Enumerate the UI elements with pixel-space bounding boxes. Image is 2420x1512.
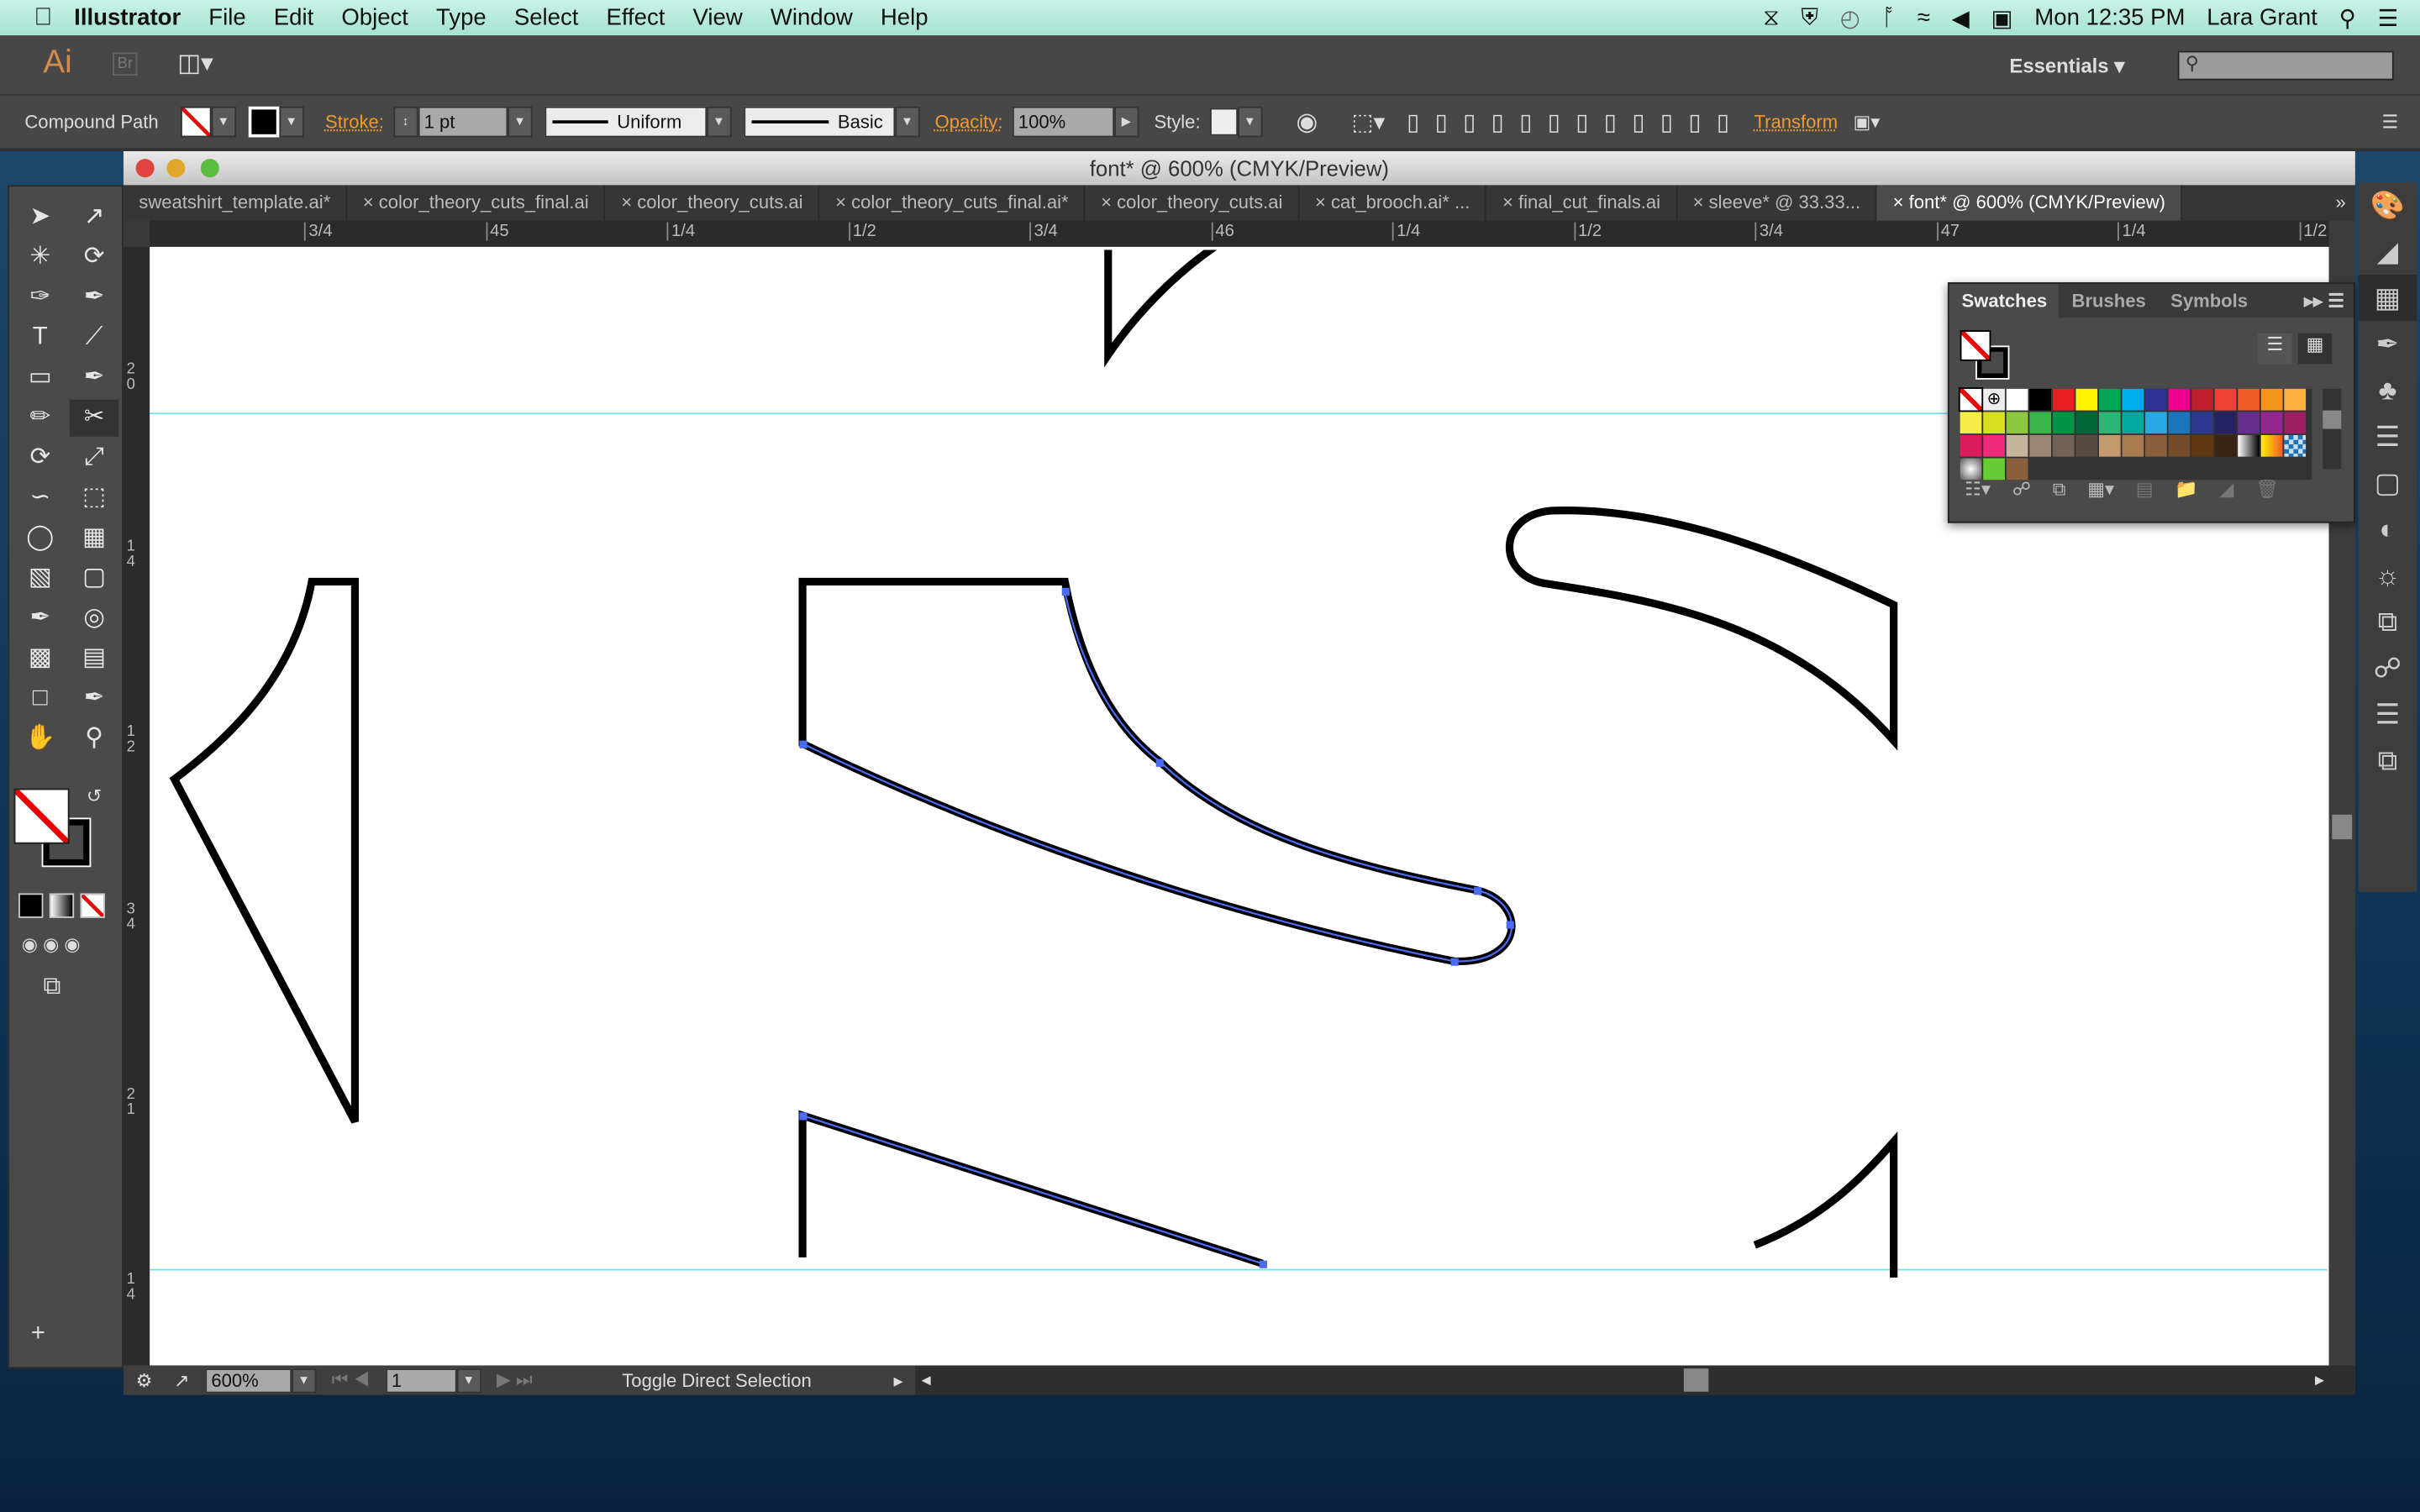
swatch[interactable] [2006,388,2028,411]
swatch-gradient[interactable] [1960,458,1982,480]
artwork [150,232,2328,1278]
swatches-dock-icon[interactable]: ▦ [2358,274,2417,322]
swatch[interactable] [2145,434,2167,457]
stroke-dock-icon[interactable]: ☰ [2359,413,2417,459]
grid-view-icon[interactable]: ▦ [2297,333,2333,365]
swatch[interactable] [2029,412,2052,434]
swatch-grid: ⊕ [1958,387,2312,480]
swatch[interactable] [2029,388,2052,411]
share-swatches-icon[interactable]: ☍ [2012,478,2031,501]
swatch-gradient[interactable] [2260,434,2283,457]
glyph-shape-bottom-right[interactable] [1753,1131,1898,1278]
color-guide-icon[interactable]: 🎨 [2359,182,2417,228]
show-kinds-icon[interactable]: ▦▾ [2087,478,2114,501]
new-group-icon[interactable]: 📁 [2175,478,2197,501]
tab-symbols[interactable]: Symbols [2158,284,2260,318]
swatch[interactable] [1960,412,1982,434]
swatch[interactable] [2284,412,2307,434]
libraries-dock-icon[interactable]: ☍ [2359,645,2417,691]
artboards-dock-icon[interactable]: ⧉ [2359,738,2417,784]
swatch[interactable] [2238,388,2260,411]
delete-swatch-icon[interactable]: 🗑 [2255,478,2279,501]
swatch[interactable] [2075,388,2098,411]
swatch[interactable] [2214,412,2237,434]
panel-menu-icon[interactable]: ▸▸ ☰ [2295,284,2354,318]
swatch[interactable] [2260,388,2283,411]
graphic-styles-dock-icon[interactable]: ⧉ [2359,599,2417,645]
swatch[interactable] [2145,412,2167,434]
swatch[interactable] [2191,434,2213,457]
swatch-options-icon[interactable]: ▤ [2136,478,2154,501]
swatch-pattern[interactable] [1983,458,2005,480]
swatch-pattern[interactable] [2006,458,2028,480]
swatch[interactable] [2145,388,2167,411]
brushes-dock-icon[interactable]: ✒ [2359,321,2417,367]
swatch[interactable] [2214,388,2237,411]
swatch[interactable] [2075,412,2098,434]
swatch[interactable] [2260,412,2283,434]
swatch[interactable] [2191,388,2213,411]
swatch[interactable] [2006,434,2028,457]
swatch-registration[interactable]: ⊕ [1983,388,2005,411]
swatch-gradient[interactable] [2284,434,2307,457]
layers-dock-icon[interactable]: ☰ [2359,691,2417,738]
swatch[interactable] [2168,388,2191,411]
swatch[interactable] [2168,412,2191,434]
swatch[interactable] [2006,412,2028,434]
appearance-dock-icon[interactable]: ☼ [2359,553,2417,599]
glyph-shape-left[interactable] [169,577,360,1124]
swatch[interactable] [2098,434,2121,457]
swatch[interactable] [2029,434,2052,457]
swatches-footer-icons: ☷▾ ☍ ⧉ ▦▾ ▤ 📁 ◢ 🗑 [1965,478,2279,501]
anchor-points[interactable] [799,587,1514,1268]
swatch[interactable] [1983,412,2005,434]
list-view-icon[interactable]: ☰ [2258,333,2292,365]
transparency-dock-icon[interactable]: ◐ [2359,506,2417,552]
tab-brushes[interactable]: Brushes [2060,284,2159,318]
selected-path-overlay [802,1114,1263,1265]
swatch[interactable] [1960,434,1982,457]
swatch[interactable] [2098,412,2121,434]
symbols-dock-icon[interactable]: ♣ [2359,367,2417,413]
swatch[interactable] [2168,434,2191,457]
tab-swatches[interactable]: Swatches [1949,283,2060,318]
swatch[interactable] [2122,412,2144,434]
swatch[interactable] [2122,388,2144,411]
swatch[interactable] [2052,412,2075,434]
glyph-shape-center[interactable] [798,577,1516,965]
swatch-libraries-icon[interactable]: ☷▾ [1965,478,1991,501]
fill-color-box[interactable] [13,788,70,844]
gradient-dock-icon[interactable]: ▢ [2359,459,2417,506]
swatch[interactable] [1983,434,2005,457]
swatch[interactable] [2284,388,2307,411]
swatch[interactable] [2238,412,2260,434]
swatch[interactable] [2122,434,2144,457]
glyph-shape-right[interactable] [1505,507,1898,751]
swatch[interactable] [2214,434,2237,457]
new-swatch-icon[interactable]: ◢ [2220,478,2234,501]
swatch-scrollbar[interactable] [2323,388,2342,470]
swatch[interactable] [2052,434,2075,457]
swatch-none[interactable] [1958,387,1984,412]
panel-tabs: Swatches Brushes Symbols ▸▸ ☰ [1949,283,2354,318]
panel-dock: 🎨 ◢ ▦ ✒ ♣ ☰ ▢ ◐ ☼ ⧉ ☍ ☰ ⧉ [2358,181,2417,892]
color-icon[interactable]: ◢ [2359,228,2417,275]
swatch[interactable] [2191,412,2213,434]
swatch-gradient[interactable] [2238,434,2260,457]
selected-path-overlay [802,592,1513,963]
swatch[interactable] [2098,388,2121,411]
fill-stroke-indicator[interactable] [1960,330,1991,361]
swatch[interactable] [2075,434,2098,457]
swatch[interactable] [2052,388,2075,411]
screen:  Illustrator File Edit Object Type Sele… [0,0,2420,1512]
swatches-panel: Swatches Brushes Symbols ▸▸ ☰ ☰ ▦ ⊕ ☷▾ ☍… [1947,282,2355,523]
glyph-shape-top[interactable] [1104,232,1219,368]
cc-library-icon[interactable]: ⧉ [2053,478,2066,501]
